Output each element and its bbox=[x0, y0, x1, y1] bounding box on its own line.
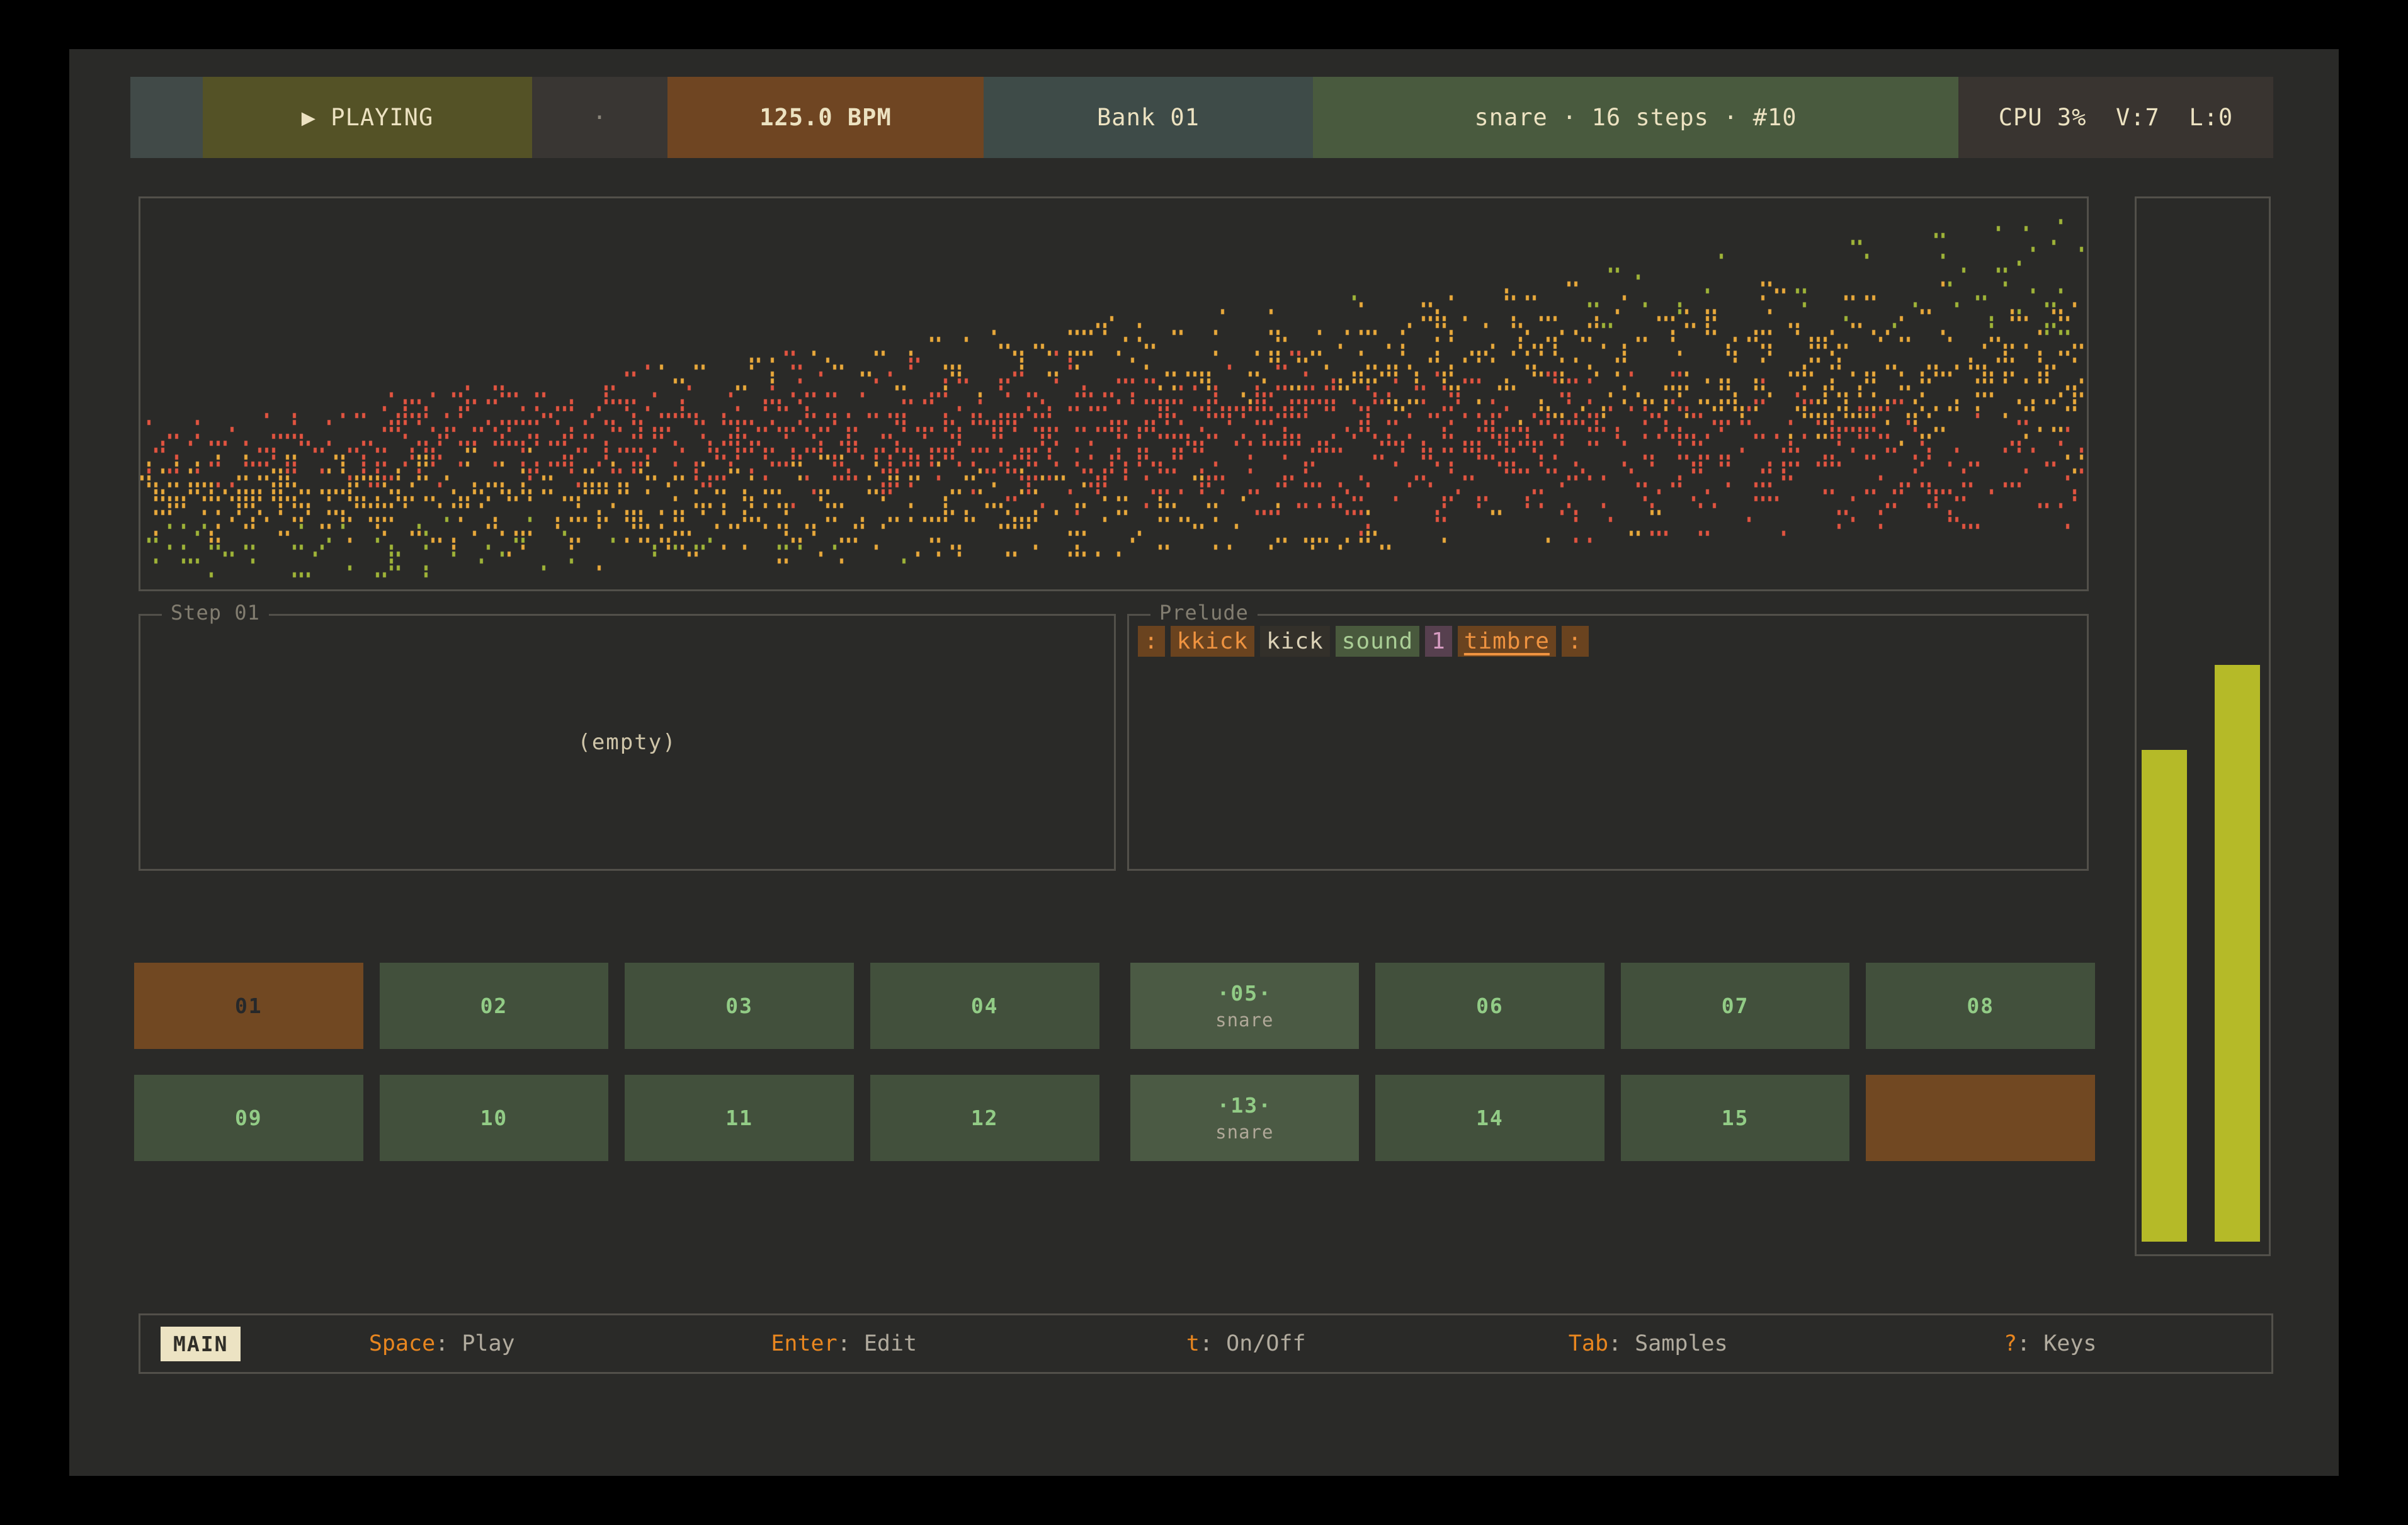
prelude-code-line: :kkickkicksound1timbre: bbox=[1138, 626, 1589, 657]
key-hint-tab: Tab: Samples bbox=[1447, 1331, 1849, 1356]
mode-badge: MAIN bbox=[161, 1327, 241, 1361]
bpm-display[interactable]: 125.0 BPM bbox=[667, 77, 984, 158]
prelude-token-0: : bbox=[1138, 626, 1165, 657]
step-button-04[interactable]: 04 bbox=[870, 963, 1099, 1049]
status-bar: ▶ PLAYING·125.0 BPMBank 01snare · 16 ste… bbox=[130, 77, 2273, 158]
step-button-09[interactable]: 09 bbox=[134, 1075, 363, 1161]
key-hint-enter: Enter: Edit bbox=[643, 1331, 1045, 1356]
prelude-panel[interactable]: Prelude :kkickkicksound1timbre: bbox=[1127, 614, 2089, 871]
transport-spacer bbox=[130, 77, 203, 158]
key-hint-space: Space: Play bbox=[241, 1331, 643, 1356]
step-button-label: ·05· bbox=[1217, 981, 1272, 1006]
meter-bar-left bbox=[2142, 750, 2187, 1242]
step-button-06[interactable]: 06 bbox=[1375, 963, 1604, 1049]
step-button-14[interactable]: 14 bbox=[1375, 1075, 1604, 1161]
step-button-label: 08 bbox=[1967, 994, 1994, 1018]
key-hint-help: ?: Keys bbox=[1849, 1331, 2251, 1356]
grain-scatter-canvas bbox=[140, 198, 2087, 589]
pattern-dot: · bbox=[532, 77, 667, 158]
step-grid: 01 02 03 04 ·05· snare 06 07 08 09 10 11 12 ·13· snare… bbox=[134, 963, 2095, 1187]
step-button-sample-label: snare bbox=[1215, 1121, 1273, 1143]
step-button-15[interactable]: 15 bbox=[1621, 1075, 1850, 1161]
footer-bar: MAIN Space: PlayEnter: Editt: On/OffTab:… bbox=[139, 1313, 2273, 1374]
step-button-label: 06 bbox=[1476, 994, 1504, 1018]
step-button-sample-label: snare bbox=[1215, 1009, 1273, 1031]
step-button-01[interactable]: 01 bbox=[134, 963, 363, 1049]
step-button-07[interactable]: 07 bbox=[1621, 963, 1850, 1049]
prelude-token-2: kick bbox=[1260, 626, 1330, 657]
transport-status[interactable]: ▶ PLAYING bbox=[203, 77, 532, 158]
track-info[interactable]: snare · 16 steps · #10 bbox=[1313, 77, 1958, 158]
step-detail-panel: Step 01 (empty) bbox=[139, 614, 1116, 871]
sequencer-window: ▶ PLAYING·125.0 BPMBank 01snare · 16 ste… bbox=[69, 49, 2339, 1476]
meter-bar-right bbox=[2215, 665, 2260, 1242]
step-button-label: 03 bbox=[725, 994, 753, 1018]
screen: ▶ PLAYING·125.0 BPMBank 01snare · 16 ste… bbox=[0, 0, 2408, 1525]
step-button-label: 15 bbox=[1722, 1106, 1749, 1130]
prelude-token-4: 1 bbox=[1425, 626, 1452, 657]
step-button-05[interactable]: ·05· snare bbox=[1130, 963, 1360, 1049]
step-button-02[interactable]: 02 bbox=[380, 963, 609, 1049]
prelude-token-3: sound bbox=[1336, 626, 1419, 657]
prelude-token-1: kkick bbox=[1171, 626, 1254, 657]
step-button-label: 02 bbox=[480, 994, 508, 1018]
key-hint-t: t: On/Off bbox=[1045, 1331, 1447, 1356]
prelude-panel-title: Prelude bbox=[1150, 601, 1258, 625]
step-button-16[interactable] bbox=[1866, 1075, 2095, 1161]
step-row-1: 01 02 03 04 ·05· snare 06 07 08 bbox=[134, 963, 2095, 1049]
system-stats: CPU 3% V:7 L:0 bbox=[1958, 77, 2273, 158]
step-button-11[interactable]: 11 bbox=[625, 1075, 854, 1161]
step-button-label: 01 bbox=[235, 994, 263, 1018]
step-button-10[interactable]: 10 bbox=[380, 1075, 609, 1161]
step-button-label: 04 bbox=[971, 994, 999, 1018]
step-button-13[interactable]: ·13· snare bbox=[1130, 1075, 1360, 1161]
step-button-label: ·13· bbox=[1217, 1093, 1272, 1118]
step-button-label: 12 bbox=[971, 1106, 999, 1130]
step-empty-label: (empty) bbox=[140, 616, 1114, 869]
step-button-03[interactable]: 03 bbox=[625, 963, 854, 1049]
step-button-label: 14 bbox=[1476, 1106, 1504, 1130]
step-button-12[interactable]: 12 bbox=[870, 1075, 1099, 1161]
bank-display[interactable]: Bank 01 bbox=[984, 77, 1313, 158]
grain-scatter-panel bbox=[139, 196, 2089, 591]
output-meter-panel bbox=[2135, 196, 2271, 1256]
step-button-label: 09 bbox=[235, 1106, 263, 1130]
step-button-label: 11 bbox=[725, 1106, 753, 1130]
prelude-token-6: : bbox=[1562, 626, 1589, 657]
step-row-2: 09 10 11 12 ·13· snare 14 15 bbox=[134, 1075, 2095, 1161]
prelude-token-5: timbre bbox=[1458, 626, 1556, 657]
step-button-label: 10 bbox=[480, 1106, 508, 1130]
step-button-08[interactable]: 08 bbox=[1866, 963, 2095, 1049]
step-button-label: 07 bbox=[1722, 994, 1749, 1018]
